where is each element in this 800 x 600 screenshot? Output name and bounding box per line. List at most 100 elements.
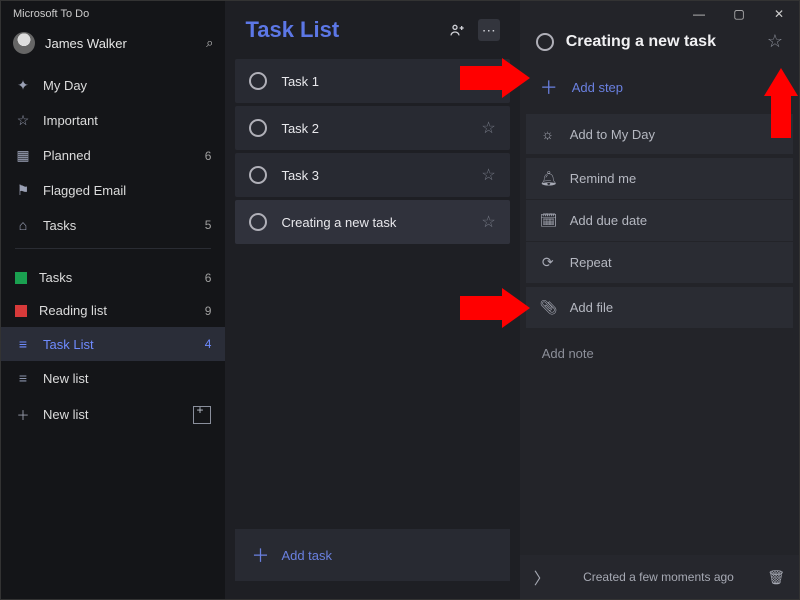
square-icon bbox=[15, 272, 27, 284]
divider bbox=[15, 248, 211, 249]
annotation-arrow bbox=[460, 288, 530, 328]
new-list-label: New list bbox=[43, 407, 181, 422]
nav-count: 9 bbox=[205, 304, 212, 318]
repeat-icon: ⟳ bbox=[540, 254, 556, 271]
note-field[interactable]: Add note bbox=[526, 332, 793, 392]
schedule-section: 🔔︎ Remind me 🗓︎ Add due date ⟳ Repeat bbox=[526, 158, 793, 283]
plus-icon: ＋ bbox=[540, 74, 558, 100]
section-label: Remind me bbox=[570, 171, 636, 186]
add-step-button[interactable]: ＋ Add step bbox=[520, 64, 799, 114]
task-row[interactable]: Task 2 ☆ bbox=[235, 106, 509, 150]
remind-button[interactable]: 🔔︎ Remind me bbox=[526, 158, 793, 200]
detail-footer: 〉 Created a few moments ago 🗑︎ bbox=[520, 555, 799, 599]
nav-label: Reading list bbox=[39, 303, 193, 318]
nav-label: Tasks bbox=[39, 270, 193, 285]
complete-circle[interactable] bbox=[249, 119, 267, 137]
nav-count: 4 bbox=[205, 337, 212, 351]
nav-label: Flagged Email bbox=[43, 183, 199, 198]
nav-count: 6 bbox=[205, 149, 212, 163]
repeat-button[interactable]: ⟳ Repeat bbox=[526, 242, 793, 283]
nav-tasks[interactable]: ⌂ Tasks 5 bbox=[1, 208, 225, 242]
detail-panel: — ▢ ✕ Creating a new task ☆ ＋ Add step ☼… bbox=[520, 1, 799, 599]
star-icon: ☆ bbox=[15, 112, 31, 129]
new-list-button[interactable]: ＋ New list bbox=[1, 395, 225, 434]
task-label: Task 3 bbox=[281, 168, 467, 183]
nav-count: 5 bbox=[205, 218, 212, 232]
bell-icon: 🔔︎ bbox=[540, 170, 556, 187]
list-reading[interactable]: Reading list 9 bbox=[1, 294, 225, 327]
list-icon: ≡ bbox=[15, 336, 31, 352]
nav-label: Tasks bbox=[43, 218, 193, 233]
list-title: Task List bbox=[245, 17, 435, 43]
close-button[interactable]: ✕ bbox=[759, 1, 799, 27]
user-lists: Tasks 6 Reading list 9 ≡ Task List 4 ≡ N… bbox=[1, 255, 225, 395]
add-task-label: Add task bbox=[281, 548, 332, 563]
star-icon[interactable]: ☆ bbox=[481, 165, 495, 185]
nav-important[interactable]: ☆ Important bbox=[1, 103, 225, 138]
home-icon: ⌂ bbox=[15, 217, 31, 233]
list-header: Task List ⋯ bbox=[225, 1, 519, 55]
star-icon[interactable]: ☆ bbox=[767, 31, 783, 52]
section-label: Add file bbox=[570, 300, 613, 315]
complete-circle[interactable] bbox=[536, 33, 554, 51]
section-label: Add to My Day bbox=[570, 127, 655, 142]
nav-count: 6 bbox=[205, 271, 212, 285]
complete-circle[interactable] bbox=[249, 72, 267, 90]
nav-label: Planned bbox=[43, 148, 193, 163]
annotation-arrow bbox=[460, 58, 530, 98]
search-icon[interactable]: ⌕ bbox=[206, 35, 213, 51]
paperclip-icon: 📎︎ bbox=[540, 299, 556, 316]
created-label: Created a few moments ago bbox=[560, 570, 758, 584]
task-row[interactable]: Task 3 ☆ bbox=[235, 153, 509, 197]
star-icon[interactable]: ☆ bbox=[481, 118, 495, 138]
share-icon[interactable] bbox=[446, 19, 468, 41]
task-row[interactable]: Creating a new task ☆ bbox=[235, 200, 509, 244]
star-icon[interactable]: ☆ bbox=[481, 212, 495, 232]
sun-icon: ✦ bbox=[15, 77, 31, 94]
avatar bbox=[13, 32, 35, 54]
new-group-icon[interactable] bbox=[193, 406, 211, 424]
list-tasks[interactable]: Tasks 6 bbox=[1, 261, 225, 294]
nav-my-day[interactable]: ✦ My Day bbox=[1, 68, 225, 103]
complete-circle[interactable] bbox=[249, 213, 267, 231]
add-file-button[interactable]: 📎︎ Add file bbox=[526, 287, 793, 328]
maximize-button[interactable]: ▢ bbox=[719, 1, 759, 27]
add-task-button[interactable]: ＋ Add task bbox=[235, 529, 509, 581]
list-newlist[interactable]: ≡ New list bbox=[1, 361, 225, 395]
calendar-icon: ▦ bbox=[15, 147, 31, 164]
annotation-arrow bbox=[764, 68, 798, 138]
nav-label: New list bbox=[43, 371, 199, 386]
nav-planned[interactable]: ▦ Planned 6 bbox=[1, 138, 225, 173]
task-label: Task 1 bbox=[281, 74, 467, 89]
window-controls: — ▢ ✕ bbox=[679, 1, 799, 27]
plus-icon: ＋ bbox=[251, 542, 269, 568]
add-my-day-button[interactable]: ☼ Add to My Day bbox=[526, 114, 793, 154]
detail-title[interactable]: Creating a new task bbox=[566, 33, 755, 51]
plus-icon: ＋ bbox=[15, 405, 31, 424]
app-title: Microsoft To Do bbox=[1, 1, 225, 24]
list-tasklist[interactable]: ≡ Task List 4 bbox=[1, 327, 225, 361]
nav-label: Important bbox=[43, 113, 199, 128]
nav-flagged[interactable]: ⚑ Flagged Email bbox=[1, 173, 225, 208]
user-name: James Walker bbox=[45, 36, 196, 51]
nav-label: Task List bbox=[43, 337, 193, 352]
hide-detail-icon[interactable]: 〉 bbox=[534, 565, 550, 589]
smart-lists: ✦ My Day ☆ Important ▦ Planned 6 ⚑ Flagg… bbox=[1, 62, 225, 242]
add-step-label: Add step bbox=[572, 80, 623, 95]
nav-label: My Day bbox=[43, 78, 199, 93]
delete-icon[interactable]: 🗑︎ bbox=[767, 569, 785, 586]
section-label: Repeat bbox=[570, 255, 612, 270]
minimize-button[interactable]: — bbox=[679, 1, 719, 27]
list-icon: ≡ bbox=[15, 370, 31, 386]
complete-circle[interactable] bbox=[249, 166, 267, 184]
square-icon bbox=[15, 305, 27, 317]
calendar-icon: 🗓︎ bbox=[540, 212, 556, 229]
sun-icon: ☼ bbox=[540, 126, 556, 142]
section-label: Add due date bbox=[570, 213, 647, 228]
task-label: Task 2 bbox=[281, 121, 467, 136]
due-date-button[interactable]: 🗓︎ Add due date bbox=[526, 200, 793, 242]
more-icon[interactable]: ⋯ bbox=[478, 19, 500, 41]
sidebar: Microsoft To Do James Walker ⌕ ✦ My Day … bbox=[1, 1, 225, 599]
flag-icon: ⚑ bbox=[15, 182, 31, 199]
profile-row[interactable]: James Walker ⌕ bbox=[1, 24, 225, 62]
